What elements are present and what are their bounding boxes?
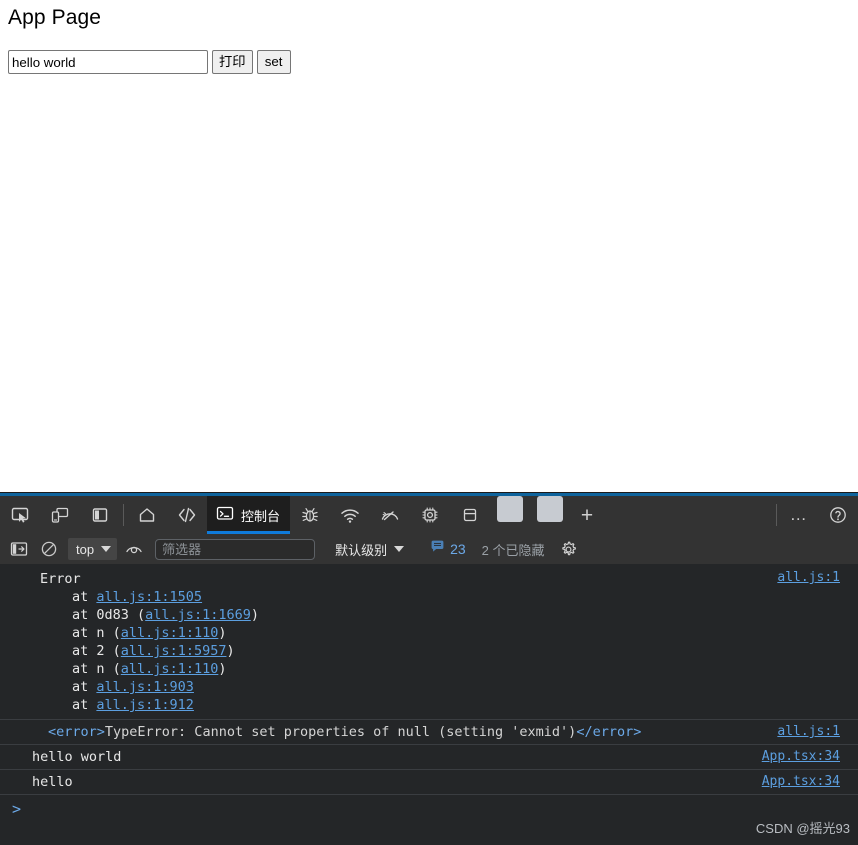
- console-message-xml[interactable]: all.js:1 <error>TypeError: Cannot set pr…: [0, 720, 858, 745]
- stack-frame: at all.js:1:903: [72, 679, 194, 695]
- placeholder-tab-1[interactable]: [497, 496, 524, 522]
- page-viewport: App Page 打印 set: [0, 0, 858, 492]
- stack-frame: at n (all.js:1:110): [72, 625, 227, 641]
- stack-frame: at n (all.js:1:110): [72, 661, 227, 677]
- tabbar-spacer: [604, 496, 773, 534]
- page-title: App Page: [8, 6, 102, 29]
- elements-code-icon[interactable]: [167, 496, 207, 534]
- stack-frame: at all.js:1:912: [72, 697, 194, 713]
- device-toolbar-icon[interactable]: [40, 496, 80, 534]
- xml-close-tag: </error>: [576, 724, 642, 740]
- error-title: Error: [40, 571, 81, 587]
- tab-console[interactable]: 控制台: [207, 496, 291, 534]
- toolbar-divider: [123, 504, 124, 526]
- set-button[interactable]: set: [256, 50, 291, 74]
- console-message-error[interactable]: all.js:1 Error at all.js:1:1505 at 0d83 …: [0, 566, 858, 720]
- network-wifi-icon[interactable]: [330, 496, 370, 534]
- live-expression-eye-icon[interactable]: [121, 537, 147, 561]
- watermark: CSDN @摇光93: [755, 821, 850, 836]
- source-link[interactable]: App.tsx:34: [762, 749, 840, 764]
- stack-frame-link[interactable]: all.js:1:1669: [145, 607, 251, 623]
- stack-frame-link[interactable]: all.js:1:912: [96, 697, 194, 713]
- console-filter-input[interactable]: [155, 538, 316, 560]
- text-input[interactable]: [8, 50, 208, 74]
- tab-console-label: 控制台: [241, 508, 281, 524]
- console-icon: [215, 503, 235, 528]
- devtools-tab-bar: 控制台 + …: [0, 496, 858, 534]
- stack-frame: at 0d83 (all.js:1:1669): [72, 607, 259, 623]
- xml-body-text: TypeError: Cannot set properties of null…: [104, 724, 577, 740]
- console-sidebar-toggle-icon[interactable]: [6, 537, 32, 561]
- speech-bubble-icon: [430, 539, 445, 559]
- stack-frame: at all.js:1:1505: [72, 589, 203, 605]
- input-form-row: 打印 set: [8, 50, 291, 74]
- stack-frame-fn: 2: [96, 643, 113, 659]
- console-filter-bar: top 默认级别 23 2 个已隐藏: [0, 534, 858, 565]
- console-prompt-row[interactable]: >: [0, 795, 858, 823]
- console-settings-gear-icon[interactable]: [557, 537, 581, 561]
- hidden-messages-note[interactable]: 2 个已隐藏: [482, 540, 545, 559]
- clear-console-icon[interactable]: [36, 537, 62, 561]
- execution-context-selector[interactable]: top: [68, 538, 118, 560]
- stack-frame-fn: n: [96, 625, 113, 641]
- chevron-down-icon: [101, 546, 112, 552]
- console-message-list[interactable]: all.js:1 Error at all.js:1:1505 at 0d83 …: [0, 566, 858, 845]
- stack-frame: at 2 (all.js:1:5957): [72, 643, 235, 659]
- application-storage-icon[interactable]: [450, 496, 490, 534]
- help-icon[interactable]: [818, 496, 858, 534]
- more-options-icon[interactable]: …: [780, 496, 818, 534]
- message-count-badge[interactable]: 23: [430, 539, 466, 559]
- log-message-text: hello: [32, 774, 73, 790]
- log-level-label: 默认级别: [335, 542, 388, 558]
- home-icon[interactable]: [127, 496, 167, 534]
- prompt-chevron-icon: >: [12, 800, 22, 818]
- stack-frame-link[interactable]: all.js:1:110: [121, 661, 219, 677]
- stack-frame-link[interactable]: all.js:1:5957: [121, 643, 227, 659]
- performance-gauge-icon[interactable]: [370, 496, 410, 534]
- add-tab-button[interactable]: +: [570, 496, 604, 534]
- console-message-log[interactable]: App.tsx:34 hello world: [0, 745, 858, 770]
- inspect-element-icon[interactable]: [0, 496, 40, 534]
- bug-icon[interactable]: [290, 496, 330, 534]
- log-level-selector[interactable]: 默认级别: [333, 538, 406, 560]
- console-message-log[interactable]: App.tsx:34 hello: [0, 770, 858, 795]
- source-link[interactable]: App.tsx:34: [762, 774, 840, 789]
- stack-frame-link[interactable]: all.js:1:110: [121, 625, 219, 641]
- toolbar-divider-right: [776, 504, 777, 526]
- stack-frame-link[interactable]: all.js:1:903: [96, 679, 194, 695]
- devtools-panel: 控制台 + … top 筛选器 默认级别 23 2 个已隐藏 all.js:1 …: [0, 492, 858, 845]
- stack-frame-fn: n: [96, 661, 113, 677]
- source-link[interactable]: all.js:1: [777, 724, 840, 739]
- source-link[interactable]: all.js:1: [777, 570, 840, 585]
- chevron-down-icon-level: [394, 546, 405, 552]
- stack-frame-link[interactable]: all.js:1:1505: [96, 589, 202, 605]
- stack-frame-fn: 0d83: [96, 607, 138, 623]
- print-button[interactable]: 打印: [212, 50, 253, 74]
- log-message-text: hello world: [32, 749, 122, 765]
- memory-chip-icon[interactable]: [410, 496, 450, 534]
- message-count-value: 23: [450, 541, 466, 557]
- xml-message-text: <error>TypeError: Cannot set properties …: [16, 723, 850, 741]
- xml-open-tag: <error>: [48, 724, 105, 740]
- placeholder-tab-2[interactable]: [537, 496, 564, 522]
- execution-context-label: top: [76, 541, 95, 557]
- dock-panel-icon[interactable]: [80, 496, 120, 534]
